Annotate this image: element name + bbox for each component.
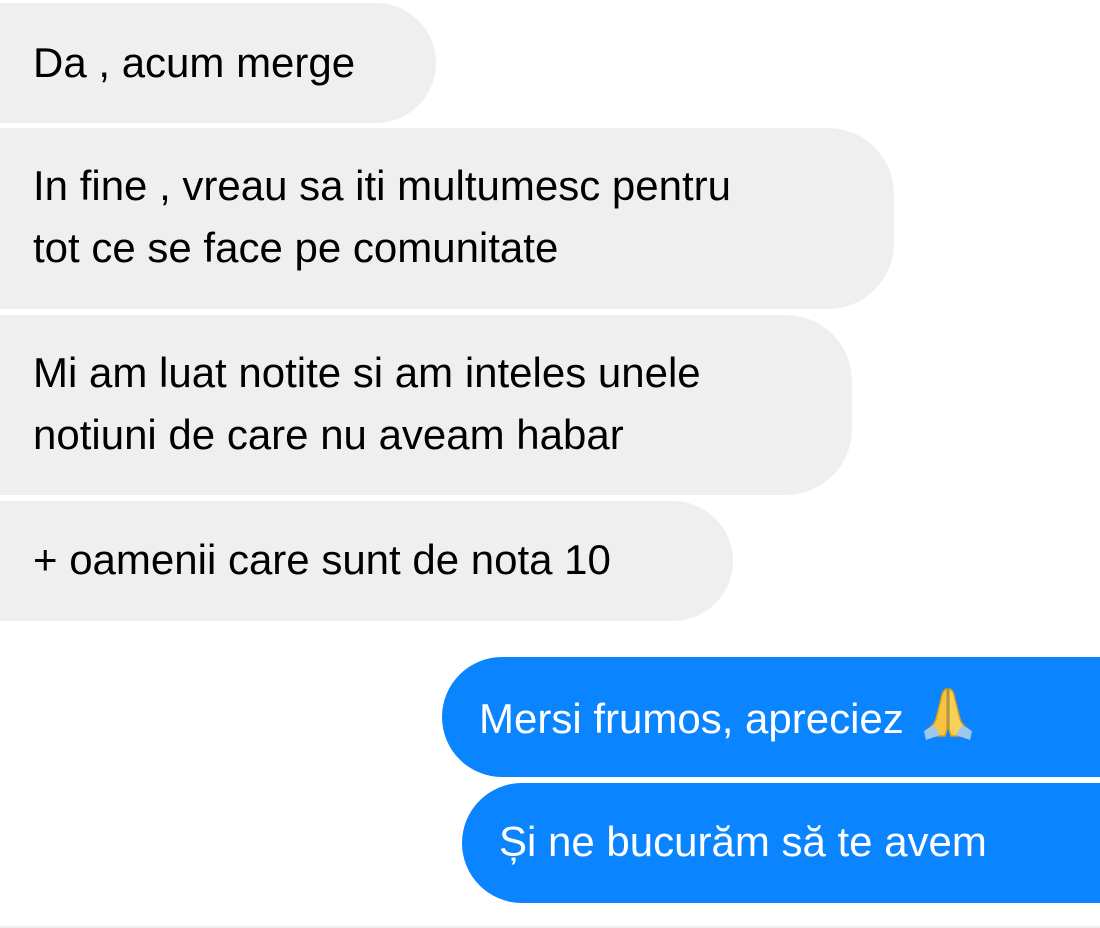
message-bubble-incoming[interactable]: + oamenii care sunt de nota 10 <box>0 501 733 621</box>
message-text: Și ne bucurăm să te avem <box>499 818 987 865</box>
message-text: notiuni de care nu aveam habar <box>33 411 624 458</box>
message-text: In fine , vreau sa iti multumesc pentru <box>33 162 731 209</box>
message-thread: Da , acum merge In fine , vreau sa iti m… <box>0 0 1100 928</box>
message-bubble-incoming[interactable]: Mi am luat notite si am inteles unele no… <box>0 315 852 495</box>
message-bubble-incoming[interactable]: In fine , vreau sa iti multumesc pentru … <box>0 128 894 309</box>
message-text: + oamenii care sunt de nota 10 <box>33 536 611 583</box>
message-text: Da , acum merge <box>33 39 356 86</box>
message-bubble-outgoing[interactable]: Mersi frumos, apreciez <box>442 657 1100 777</box>
message-bubble-outgoing[interactable]: Și ne bucurăm să te avem <box>462 783 1100 903</box>
message-text: Mersi frumos, apreciez <box>479 695 904 742</box>
folded-hands-icon <box>918 685 978 741</box>
message-text: tot ce se face pe comunitate <box>33 224 559 271</box>
message-text: Mi am luat notite si am inteles unele <box>33 349 701 396</box>
message-bubble-incoming[interactable]: Da , acum merge <box>0 3 436 123</box>
